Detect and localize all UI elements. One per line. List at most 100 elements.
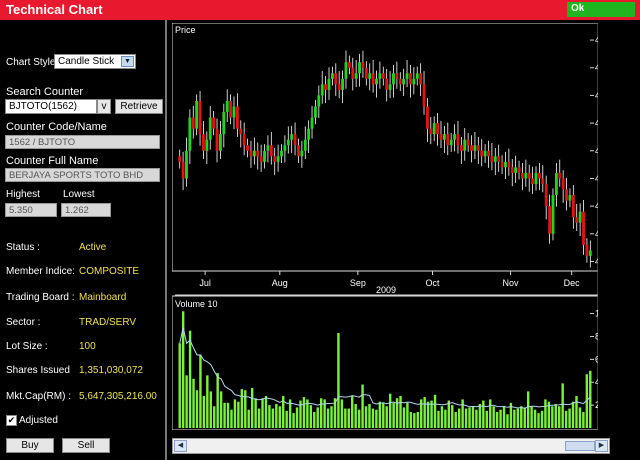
candle-down	[476, 145, 480, 151]
candle-down	[239, 128, 243, 135]
volume-bar	[188, 330, 192, 428]
candle-down	[409, 73, 412, 85]
search-counter-input[interactable]: BJTOTO(1562)	[5, 99, 97, 114]
volume-bar	[240, 389, 244, 428]
candle-up	[442, 134, 446, 140]
candle-down	[337, 84, 341, 90]
candle-down	[235, 106, 239, 129]
candle-down	[585, 244, 589, 256]
volume-bar	[313, 411, 316, 428]
scroll-right-arrow-icon[interactable]: ▶	[595, 440, 608, 452]
price-y-tick-label: 4.4	[595, 90, 598, 100]
volume-bar	[361, 384, 364, 428]
price-y-tick-label: 4.1	[595, 256, 598, 266]
volume-bar	[385, 406, 388, 428]
candle-up	[252, 150, 256, 157]
volume-bar	[495, 411, 499, 428]
candle-up	[378, 73, 382, 79]
volume-bar	[392, 402, 395, 428]
volume-bar	[295, 407, 299, 428]
candle-down	[480, 150, 484, 157]
volume-bar	[561, 383, 564, 428]
volume-bar	[444, 409, 447, 428]
retrieve-button[interactable]: Retrieve	[115, 99, 163, 114]
volume-bar	[364, 406, 368, 428]
scroll-thumb[interactable]	[565, 441, 595, 451]
candle-up	[208, 117, 212, 140]
volume-bar	[309, 405, 313, 428]
volume-bar	[571, 401, 575, 428]
candle-down	[466, 139, 470, 146]
volume-bar	[264, 395, 268, 428]
volume-bar	[195, 390, 199, 428]
shares-issued-label: Shares Issued	[6, 365, 70, 376]
counter-code-label: Counter Code/Name	[6, 121, 107, 133]
volume-bar	[285, 410, 288, 428]
candle-up	[551, 195, 555, 234]
candle-up	[185, 150, 188, 179]
lot-size-value: 100	[79, 341, 96, 352]
candle-down	[198, 100, 202, 135]
candle-down	[561, 178, 565, 190]
volume-bar	[206, 375, 209, 428]
candle-down	[178, 156, 182, 162]
candle-down	[558, 172, 562, 179]
candle-up	[300, 150, 304, 157]
search-dropdown-button[interactable]: v	[97, 99, 111, 114]
volume-bar	[382, 402, 385, 428]
candle-up	[405, 73, 409, 79]
chart-scrollbar[interactable]: ◀ ▶	[172, 438, 610, 454]
price-y-tick-label: 4.45	[595, 63, 598, 73]
highest-field: 5.350	[5, 203, 57, 217]
candle-down	[510, 167, 514, 173]
price-y-tick-label: 4.25	[595, 173, 598, 183]
adjusted-checkbox[interactable]: ✔	[6, 415, 17, 426]
candle-down	[371, 73, 375, 85]
volume-bar	[209, 391, 212, 428]
lowest-field: 1.262	[61, 203, 111, 217]
candle-up	[554, 172, 558, 196]
volume-bar	[516, 408, 520, 428]
candle-down	[181, 161, 185, 179]
sidebar-panel: Chart Style: Candle Stick ▼ Search Count…	[0, 20, 167, 460]
candle-down	[571, 195, 575, 218]
candle-up	[463, 139, 467, 151]
volume-bar	[485, 410, 488, 428]
volume-bar	[316, 407, 319, 428]
candle-down	[541, 178, 545, 184]
candle-up	[514, 167, 518, 173]
volume-bar	[292, 413, 295, 428]
volume-bar	[302, 397, 306, 428]
volume-bar	[554, 403, 557, 428]
candle-down	[487, 150, 490, 157]
candle-down	[256, 150, 260, 157]
volume-bar	[406, 402, 409, 428]
volume-bar	[492, 406, 495, 428]
counter-code-field: 1562 / BJTOTO	[5, 135, 160, 149]
candle-down	[575, 217, 579, 223]
volume-bar	[447, 400, 451, 428]
candle-up	[283, 145, 287, 151]
candle-down	[537, 172, 541, 179]
price-x-tick-label: Jul	[199, 278, 211, 288]
volume-bar	[478, 403, 482, 428]
chevron-down-icon[interactable]: ▼	[121, 56, 134, 67]
volume-bar	[271, 408, 275, 428]
chart-style-label: Chart Style:	[6, 57, 59, 68]
price-y-tick-label: 4.35	[595, 118, 598, 128]
volume-bar	[257, 408, 261, 428]
connection-status-indicator: Ok	[567, 2, 635, 17]
scroll-left-arrow-icon[interactable]: ◀	[174, 440, 187, 452]
volume-bar	[461, 399, 464, 428]
sell-button[interactable]: Sell	[62, 438, 110, 453]
volume-bar	[261, 398, 264, 428]
candle-up	[225, 100, 229, 113]
market-cap-value: 5,647,305,216.00	[79, 391, 157, 402]
candle-up	[195, 100, 199, 129]
volume-bar	[502, 406, 506, 428]
candle-down	[422, 84, 426, 107]
volume-bar	[589, 370, 592, 428]
buy-button[interactable]: Buy	[6, 438, 54, 453]
volume-bar	[575, 395, 578, 428]
candle-up	[504, 161, 507, 168]
